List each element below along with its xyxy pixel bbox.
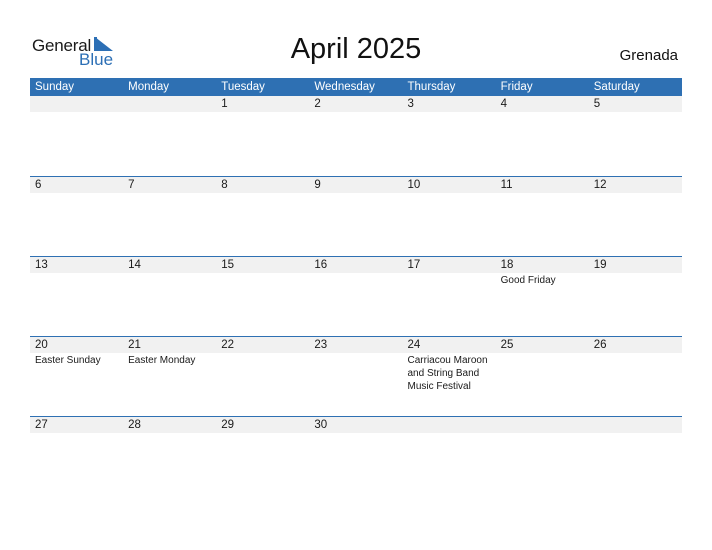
day-cell[interactable]: 21 Easter Monday bbox=[123, 337, 217, 416]
page-title: April 2025 bbox=[290, 33, 422, 65]
day-number: 4 bbox=[495, 96, 589, 112]
day-cell[interactable]: 25 bbox=[495, 337, 589, 416]
day-number: 23 bbox=[309, 337, 403, 353]
day-number: 2 bbox=[309, 96, 403, 112]
day-cell[interactable]: 10 bbox=[402, 177, 496, 256]
day-number: 19 bbox=[588, 257, 682, 273]
day-number: 24 bbox=[402, 337, 496, 353]
day-number: 29 bbox=[216, 417, 310, 433]
weekday-tuesday: Tuesday bbox=[221, 81, 265, 93]
day-cell[interactable]: 7 bbox=[123, 177, 217, 256]
day-cell[interactable]: 30 bbox=[309, 417, 403, 496]
day-cell[interactable]: 22 bbox=[216, 337, 310, 416]
weekday-wednesday: Wednesday bbox=[314, 81, 375, 93]
weekday-header: Sunday Monday Tuesday Wednesday Thursday Frid… bbox=[30, 78, 682, 96]
day-number: 11 bbox=[495, 177, 589, 193]
day-cell[interactable]: 6 bbox=[30, 177, 124, 256]
empty-day-cell bbox=[588, 417, 682, 496]
calendar-week: 13 14 15 16 17 18 Good Friday 19 bbox=[30, 256, 682, 336]
day-number: 10 bbox=[402, 177, 496, 193]
day-cell[interactable]: 9 bbox=[309, 177, 403, 256]
day-number bbox=[30, 96, 124, 112]
day-cell[interactable]: 11 bbox=[495, 177, 589, 256]
day-number: 28 bbox=[123, 417, 217, 433]
empty-day-cell bbox=[402, 417, 496, 496]
day-cell[interactable]: 2 bbox=[309, 96, 403, 176]
day-cell[interactable]: 24 Carriacou Maroon and String Band Music… bbox=[402, 337, 496, 416]
day-number: 12 bbox=[588, 177, 682, 193]
calendar-grid: Sunday Monday Tuesday Wednesday Thursday Frid… bbox=[30, 78, 682, 496]
calendar-week: 27 28 29 30 bbox=[30, 416, 682, 496]
day-cell[interactable]: 4 bbox=[495, 96, 589, 176]
weekday-sunday: Sunday bbox=[35, 81, 75, 93]
day-cell[interactable]: 15 bbox=[216, 257, 310, 336]
day-number bbox=[588, 417, 682, 433]
day-cell[interactable]: 20 Easter Sunday bbox=[30, 337, 124, 416]
day-number: 7 bbox=[123, 177, 217, 193]
day-number: 27 bbox=[30, 417, 124, 433]
day-number: 30 bbox=[309, 417, 403, 433]
day-number: 15 bbox=[216, 257, 310, 273]
weekday-saturday: Saturday bbox=[593, 81, 640, 93]
day-number: 8 bbox=[216, 177, 310, 193]
day-cell[interactable]: 14 bbox=[123, 257, 217, 336]
holiday-label: Easter Sunday bbox=[35, 355, 101, 366]
day-cell[interactable]: 18 Good Friday bbox=[495, 257, 589, 336]
day-cell[interactable]: 16 bbox=[309, 257, 403, 336]
day-number: 6 bbox=[30, 177, 124, 193]
day-number: 13 bbox=[30, 257, 124, 273]
day-number: 17 bbox=[402, 257, 496, 273]
calendar-week: 6 7 8 9 10 11 12 bbox=[30, 176, 682, 256]
day-cell[interactable]: 12 bbox=[588, 177, 682, 256]
holiday-label: Good Friday bbox=[500, 275, 556, 286]
day-number: 5 bbox=[588, 96, 682, 112]
day-cell[interactable]: 1 bbox=[216, 96, 310, 176]
country-label: Grenada bbox=[619, 47, 678, 64]
day-cell[interactable]: 13 bbox=[30, 257, 124, 336]
day-cell[interactable]: 5 bbox=[588, 96, 682, 176]
day-number: 18 bbox=[495, 257, 589, 273]
day-cell[interactable]: 19 bbox=[588, 257, 682, 336]
day-cell[interactable]: 26 bbox=[588, 337, 682, 416]
day-number: 16 bbox=[309, 257, 403, 273]
day-number: 22 bbox=[216, 337, 310, 353]
day-number: 3 bbox=[402, 96, 496, 112]
empty-day-cell bbox=[495, 417, 589, 496]
weekday-friday: Friday bbox=[500, 81, 533, 93]
day-number: 21 bbox=[123, 337, 217, 353]
day-cell[interactable]: 27 bbox=[30, 417, 124, 496]
day-number bbox=[123, 96, 217, 112]
calendar-week: 12345 bbox=[30, 96, 682, 176]
weekday-monday: Monday bbox=[128, 81, 170, 93]
day-cell[interactable]: 3 bbox=[402, 96, 496, 176]
day-number bbox=[402, 417, 496, 433]
day-number: 26 bbox=[588, 337, 682, 353]
day-number: 1 bbox=[216, 96, 310, 112]
day-number: 20 bbox=[30, 337, 124, 353]
holiday-label: Carriacou Maroon and String Band Music F… bbox=[407, 355, 488, 392]
calendar-week: 20 Easter Sunday 21 Easter Monday 22 23 24 Carr… bbox=[30, 336, 682, 416]
day-number: 14 bbox=[123, 257, 217, 273]
holiday-label: Easter Monday bbox=[128, 355, 196, 366]
day-number: 9 bbox=[309, 177, 403, 193]
empty-day-cell bbox=[30, 96, 124, 176]
day-number bbox=[495, 417, 589, 433]
day-cell[interactable]: 28 bbox=[123, 417, 217, 496]
day-number: 25 bbox=[495, 337, 589, 353]
day-cell[interactable]: 23 bbox=[309, 337, 403, 416]
weekday-thursday: Thursday bbox=[407, 81, 456, 93]
day-cell[interactable]: 17 bbox=[402, 257, 496, 336]
empty-day-cell bbox=[123, 96, 217, 176]
day-cell[interactable]: 29 bbox=[216, 417, 310, 496]
day-cell[interactable]: 8 bbox=[216, 177, 310, 256]
